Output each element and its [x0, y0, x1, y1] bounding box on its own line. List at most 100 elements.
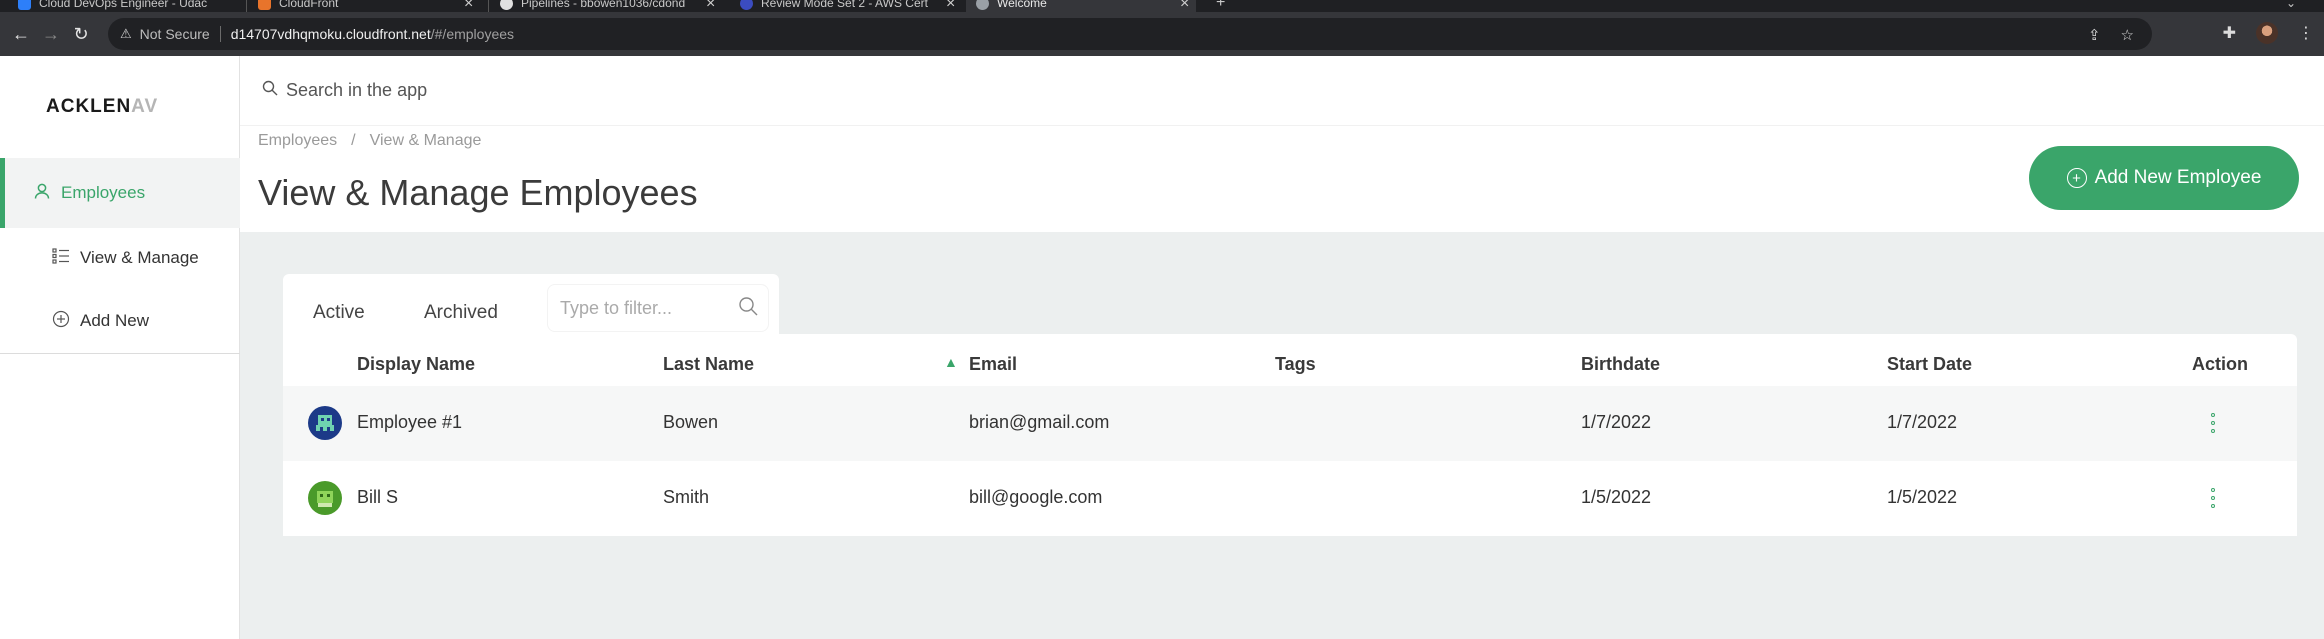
tab-title: Pipelines - bbowen1036/cdond: [521, 0, 686, 10]
tab-close-icon[interactable]: ×: [946, 0, 955, 12]
sidebar-item-label: Add New: [80, 311, 149, 330]
sidebar: ACKLENAV Employees View & Manage Add New: [0, 56, 240, 639]
arrow-right-icon: →: [42, 23, 60, 44]
avatar: [308, 406, 342, 440]
cell-start-date: 1/7/2022: [1887, 412, 1958, 432]
circleci-favicon-icon: [500, 0, 513, 10]
page-title: View & Manage Employees: [258, 172, 698, 213]
tab-separator: [488, 0, 489, 12]
arrow-left-icon: ←: [12, 23, 30, 44]
cell-email: brian@gmail.com: [969, 412, 1110, 432]
browser-tab[interactable]: CloudFront ×: [258, 0, 478, 12]
bookmark-star-icon[interactable]: ☆: [2121, 26, 2134, 44]
sidebar-divider: [0, 353, 240, 354]
logo[interactable]: ACKLENAV: [46, 96, 158, 118]
tab-active[interactable]: Active: [313, 302, 365, 324]
profile-avatar[interactable]: [2256, 22, 2278, 44]
sidebar-item-label: Employees: [61, 183, 146, 202]
employees-table: Display Name Last Name ▲ Email Tags Birt…: [283, 334, 2297, 536]
new-tab-button[interactable]: +: [1216, 0, 1225, 12]
browser-tab[interactable]: Pipelines - bbowen1036/cdond ×: [500, 0, 720, 12]
sidebar-item-label: View & Manage: [80, 248, 199, 267]
security-status[interactable]: Not Secure: [140, 26, 210, 42]
cell-display-name: Bill S: [357, 487, 399, 507]
cell-last-name: Smith: [663, 487, 710, 507]
browser-toolbar: ← → ↻ ⚠ Not Secure d14707vdhqmoku.cloudf…: [0, 12, 2324, 56]
tab-archived[interactable]: Archived: [424, 302, 498, 324]
forward-button[interactable]: →: [36, 24, 66, 45]
browser-tabstrip: Cloud DevOps Engineer - Udac CloudFront …: [0, 0, 2324, 12]
tab-title: Cloud DevOps Engineer - Udac: [39, 0, 208, 10]
breadcrumb-item[interactable]: Employees: [258, 132, 337, 149]
browser-tab[interactable]: Review Mode Set 2 - AWS Cert ×: [740, 0, 960, 12]
table-row[interactable]: Employee #1 Bowen brian@gmail.com 1/7/20…: [283, 386, 2297, 461]
filter-input[interactable]: Type to filter...: [547, 284, 769, 332]
plus-icon: +: [1216, 0, 1226, 11]
list-icon: [52, 247, 70, 270]
button-label: Add New Employee: [2094, 167, 2262, 188]
search-input[interactable]: Search in the app: [286, 80, 427, 101]
tab-title: CloudFront: [279, 0, 339, 10]
sidebar-item-view-manage[interactable]: View & Manage: [0, 223, 240, 293]
browser-tab-active[interactable]: Welcome ×: [966, 0, 1196, 12]
avatar: [308, 481, 342, 515]
review-favicon-icon: [740, 0, 753, 10]
column-header-tags[interactable]: Tags: [1275, 354, 1316, 375]
extensions-puzzle-icon[interactable]: ✚: [2223, 23, 2236, 43]
tabs-card: Active Archived Type to filter...: [283, 274, 779, 336]
sidebar-item-add-new[interactable]: Add New: [0, 286, 240, 356]
address-bar[interactable]: ⚠ Not Secure d14707vdhqmoku.cloudfront.n…: [108, 18, 2152, 50]
plus-circle-icon: [52, 310, 70, 333]
share-icon[interactable]: ⇪: [2088, 26, 2101, 44]
divider: [219, 26, 221, 42]
content-area: Active Archived Type to filter... Displa…: [240, 232, 2324, 639]
tab-separator: [246, 0, 247, 12]
logo-text: ACKLEN: [46, 96, 132, 117]
toolbar-right: ✚ ⋮: [2223, 22, 2314, 44]
cell-display-name: Employee #1: [357, 412, 463, 432]
warning-icon: ⚠: [120, 26, 132, 41]
column-header-last-name[interactable]: Last Name: [663, 354, 754, 375]
tab-title: Review Mode Set 2 - AWS Cert: [761, 0, 928, 10]
user-icon: [33, 182, 51, 205]
column-header-action: Action: [2192, 354, 2248, 374]
browser-tab[interactable]: Cloud DevOps Engineer - Udac: [18, 0, 218, 12]
search-icon[interactable]: [738, 296, 758, 321]
breadcrumb: Employees / View & Manage: [258, 132, 481, 150]
breadcrumb-item[interactable]: View & Manage: [370, 132, 482, 149]
logo-text-faded: AV: [131, 96, 159, 117]
column-header-birthdate[interactable]: Birthdate: [1581, 354, 1660, 375]
table-row[interactable]: Bill S Smith bill@google.com 1/5/2022 1/…: [283, 461, 2297, 536]
main-header: Search in the app Employees / View & Manag…: [240, 56, 2324, 232]
cell-email: bill@google.com: [969, 487, 1103, 507]
row-actions-kebab-icon[interactable]: [2211, 488, 2215, 508]
app-search-bar[interactable]: Search in the app: [240, 56, 2324, 126]
add-new-employee-button[interactable]: + Add New Employee: [2029, 146, 2299, 210]
row-actions-kebab-icon[interactable]: [2211, 413, 2215, 433]
url-path: /#/employees: [430, 26, 515, 42]
tab-close-icon[interactable]: ×: [706, 0, 715, 12]
globe-favicon-icon: [976, 0, 989, 10]
column-header-start-date[interactable]: Start Date: [1887, 354, 1972, 375]
cell-start-date: 1/5/2022: [1887, 487, 1958, 507]
tab-search-button[interactable]: ⌄: [2286, 0, 2296, 12]
url-host: d14707vdhqmoku.cloudfront.net: [230, 26, 431, 42]
cell-last-name: Bowen: [663, 412, 719, 432]
tab-close-icon[interactable]: ×: [464, 0, 473, 12]
tab-title: Welcome: [997, 0, 1047, 10]
column-header-email[interactable]: Email: [969, 354, 1017, 375]
column-header-display-name[interactable]: Display Name: [357, 354, 475, 375]
reload-icon: ↻: [73, 23, 89, 44]
reload-button[interactable]: ↻: [66, 24, 96, 45]
menu-kebab-icon[interactable]: ⋮: [2298, 23, 2314, 43]
back-button[interactable]: ←: [6, 24, 36, 45]
chevron-down-icon: ⌄: [2286, 0, 2297, 10]
sort-ascending-icon[interactable]: ▲: [944, 354, 958, 370]
cell-birthdate: 1/7/2022: [1581, 412, 1652, 432]
cell-birthdate: 1/5/2022: [1581, 487, 1652, 507]
sidebar-item-employees[interactable]: Employees: [0, 158, 240, 228]
plus-circle-icon: +: [2066, 168, 2087, 188]
omnibox-actions: ⇪ ☆: [2088, 26, 2134, 44]
breadcrumb-separator: /: [351, 132, 356, 149]
tab-close-icon[interactable]: ×: [1180, 0, 1189, 12]
